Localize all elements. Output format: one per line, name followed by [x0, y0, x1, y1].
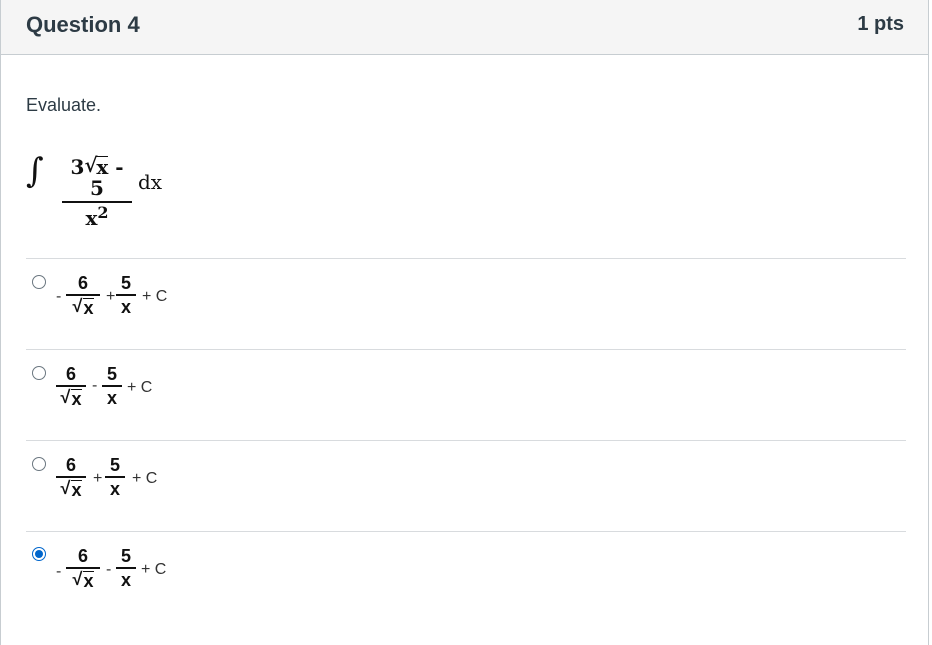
differential: dx [138, 170, 163, 194]
term2-numerator: 5 [120, 273, 131, 293]
term2-denominator: x [109, 478, 120, 499]
term1-numerator: 6 [65, 455, 76, 475]
middle-operator: - [106, 561, 112, 578]
answer-radio-2[interactable] [32, 366, 46, 380]
term2-fraction: 5 x [105, 456, 125, 498]
term1-fraction: 6 x [66, 274, 100, 317]
question-prompt: Evaluate. [26, 95, 102, 115]
integrand-denominator: x2 [62, 203, 132, 230]
term2-fraction: 5 x [116, 547, 136, 589]
term1-denominator: x [56, 387, 86, 409]
answer-divider [26, 258, 906, 259]
answer-option-4[interactable]: - 6 x - 5 x + C [26, 545, 906, 633]
quiz-question: Question 4 1 pts Evaluate. ∫ 3x - 5 x2 d… [0, 0, 929, 645]
term2-denominator: x [120, 569, 131, 590]
constant-term: + C [141, 561, 167, 578]
numerator-sqrt: x [84, 155, 109, 179]
constant-term: + C [132, 470, 158, 487]
integrand-fraction: 3x - 5 x2 [62, 155, 132, 230]
term1-fraction: 6 x [66, 547, 100, 590]
term1-denominator: x [66, 296, 100, 318]
integrand-numerator: 3x - 5 [62, 155, 132, 201]
question-header: Question 4 1 pts [1, 0, 928, 55]
term1-radicand: x [71, 479, 82, 500]
numerator-coefficient: 3 [70, 155, 85, 179]
term2-fraction: 5 x [116, 274, 136, 316]
answer-option-1[interactable]: - 6 x + 5 x + C [26, 272, 906, 360]
term2-denominator: x [120, 296, 131, 317]
term1-fraction: 6 x [56, 365, 86, 408]
sqrt-symbol: x [60, 388, 82, 409]
sqrt-symbol: x [72, 297, 94, 318]
middle-operator: - [92, 377, 98, 394]
answer-radio-1[interactable] [32, 275, 46, 289]
sqrt-symbol: x [72, 570, 94, 591]
sqrt-symbol: x [60, 479, 82, 500]
term1-radicand: x [83, 297, 94, 318]
denominator-base: x [85, 206, 98, 230]
term2-denominator: x [106, 387, 117, 408]
constant-term: + C [127, 379, 153, 396]
term2-numerator: 5 [109, 455, 120, 475]
term2-numerator: 5 [106, 364, 117, 384]
integral-sign: ∫ [26, 151, 44, 191]
leading-sign: - [56, 563, 62, 580]
middle-operator: + [106, 288, 116, 305]
numerator-radicand: x [96, 155, 109, 179]
term2-fraction: 5 x [102, 365, 122, 407]
term2-numerator: 5 [120, 546, 131, 566]
term1-numerator: 6 [77, 273, 88, 293]
question-points: 1 pts [857, 13, 904, 35]
answer-radio-3[interactable] [32, 457, 46, 471]
leading-sign: - [56, 288, 62, 305]
answer-option-2[interactable]: 6 x - 5 x + C [26, 363, 906, 451]
term1-denominator: x [56, 478, 86, 500]
term1-radicand: x [71, 388, 82, 409]
term1-fraction: 6 x [56, 456, 86, 499]
term1-numerator: 6 [65, 364, 76, 384]
term1-radicand: x [83, 570, 94, 591]
answer-option-3[interactable]: 6 x + 5 x + C [26, 454, 906, 542]
denominator-exponent: 2 [97, 203, 109, 222]
term1-numerator: 6 [77, 546, 88, 566]
constant-term: + C [142, 288, 168, 305]
middle-operator: + [93, 470, 103, 487]
term1-denominator: x [66, 569, 100, 591]
question-title: Question 4 [26, 12, 140, 37]
answer-radio-4-selected[interactable] [32, 547, 46, 561]
